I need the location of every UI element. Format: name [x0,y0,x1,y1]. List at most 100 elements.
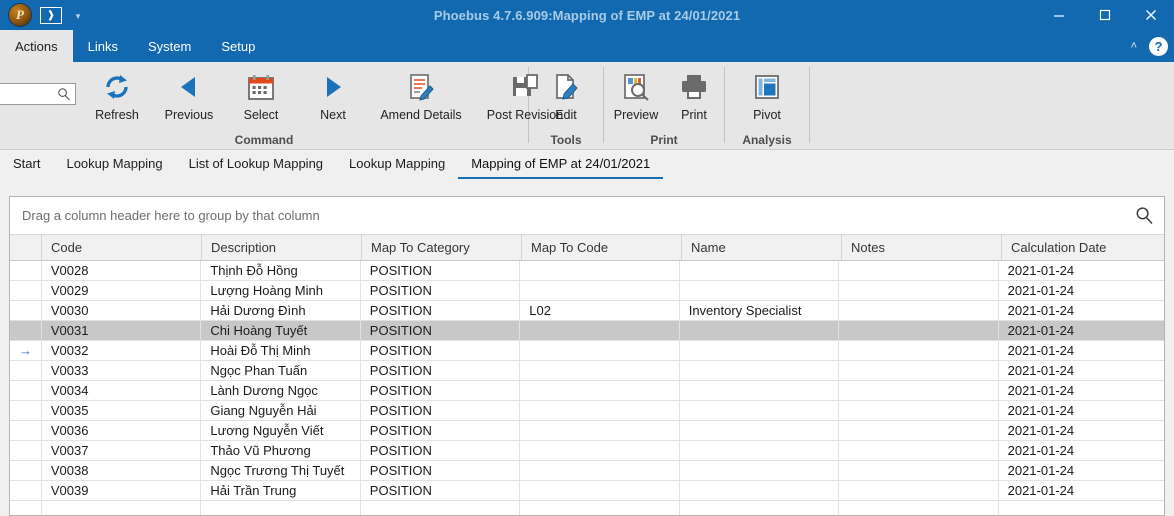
cell-notes[interactable] [839,461,999,480]
quick-access-run-button[interactable]: ❱ [40,6,62,24]
cell-calculation-date[interactable]: 2021-01-24 [999,281,1164,300]
grid-header-code[interactable]: Code [42,235,202,260]
cell-map-to-code[interactable] [520,441,680,460]
cell-notes[interactable] [839,301,999,320]
cell-map-to-category[interactable]: POSITION [361,481,521,500]
grid-header-notes[interactable]: Notes [842,235,1002,260]
grid-header-map-to-category[interactable]: Map To Category [362,235,522,260]
cell-notes[interactable] [839,401,999,420]
table-row[interactable]: V0035 Giang Nguyễn Hải POSITION 2021-01-24 [10,401,1164,421]
cell-map-to-code[interactable] [520,361,680,380]
cell-name[interactable] [680,401,840,420]
preview-button[interactable]: Preview [606,65,666,122]
grid-header-description[interactable]: Description [202,235,362,260]
table-row[interactable]: V0036 Lương Nguyễn Viết POSITION 2021-01-24 [10,421,1164,441]
cell-notes[interactable] [839,361,999,380]
cell-calculation-date[interactable]: 2021-01-24 [999,321,1164,340]
cell-map-to-category[interactable]: POSITION [361,321,521,340]
grid-header-map-to-code[interactable]: Map To Code [522,235,682,260]
group-by-drop-area[interactable]: Drag a column header here to group by th… [10,197,1164,235]
cell-name[interactable] [680,321,840,340]
cell-name[interactable] [680,341,840,360]
cell-name[interactable] [680,421,840,440]
cell-calculation-date[interactable]: 2021-01-24 [999,301,1164,320]
cell-notes[interactable] [839,281,999,300]
cell-map-to-code[interactable] [520,421,680,440]
cell-map-to-category[interactable]: POSITION [361,381,521,400]
cell-map-to-code[interactable] [520,481,680,500]
cell-map-to-category[interactable]: POSITION [361,401,521,420]
cell-map-to-code[interactable] [520,501,680,515]
cell-calculation-date[interactable]: 2021-01-24 [999,481,1164,500]
cell-notes[interactable] [839,381,999,400]
search-box[interactable] [0,83,76,105]
help-icon[interactable]: ? [1149,36,1168,56]
app-logo-icon[interactable]: P [9,4,31,26]
cell-description[interactable]: Hoài Đỗ Thị Minh [201,341,361,360]
cell-name[interactable] [680,481,840,500]
table-row[interactable]: V0037 Thảo Vũ Phương POSITION 2021-01-24 [10,441,1164,461]
close-button[interactable] [1128,0,1174,30]
tab-system[interactable]: System [133,30,206,62]
cell-notes[interactable] [839,341,999,360]
table-row[interactable]: V0029 Lượng Hoàng Minh POSITION 2021-01-24 [10,281,1164,301]
cell-map-to-code[interactable] [520,461,680,480]
next-button[interactable]: Next [297,65,369,122]
pivot-button[interactable]: Pivot [731,65,803,122]
cell-calculation-date[interactable]: 2021-01-24 [999,341,1164,360]
cell-map-to-code[interactable] [520,281,680,300]
cell-code[interactable]: V0032 [42,341,202,360]
search-input[interactable] [0,84,55,104]
maximize-button[interactable] [1082,0,1128,30]
cell-calculation-date[interactable]: 2021-01-24 [999,261,1164,280]
cell-calculation-date[interactable]: 2021-01-24 [999,421,1164,440]
doctab-list-of-lookup-mapping[interactable]: List of Lookup Mapping [176,150,336,179]
tab-actions[interactable]: Actions [0,30,73,62]
table-row[interactable]: V0033 Ngọc Phan Tuấn POSITION 2021-01-24 [10,361,1164,381]
cell-name[interactable] [680,361,840,380]
cell-map-to-category[interactable]: POSITION [361,441,521,460]
cell-code[interactable]: V0037 [42,441,202,460]
cell-description[interactable]: Hải Trần Trung [201,481,361,500]
cell-notes[interactable] [839,481,999,500]
cell-map-to-code[interactable] [520,261,680,280]
chevron-down-icon[interactable]: ▾ [71,8,85,22]
cell-notes[interactable] [839,421,999,440]
cell-code[interactable]: V0030 [42,301,202,320]
cell-notes[interactable] [839,321,999,340]
tab-links[interactable]: Links [73,30,133,62]
search-icon[interactable] [1135,206,1154,225]
cell-map-to-category[interactable]: POSITION [361,261,521,280]
cell-code[interactable]: V0033 [42,361,202,380]
cell-code[interactable]: V0031 [42,321,202,340]
cell-code[interactable] [42,501,202,515]
cell-map-to-code[interactable]: L02 [520,301,680,320]
cell-code[interactable]: V0038 [42,461,202,480]
cell-name[interactable] [680,501,840,515]
cell-map-to-code[interactable] [520,381,680,400]
cell-description[interactable]: Ngọc Trương Thị Tuyết [201,461,361,480]
cell-map-to-category[interactable]: POSITION [361,341,521,360]
doctab-mapping-of-emp[interactable]: Mapping of EMP at 24/01/2021 [458,150,664,179]
cell-code[interactable]: V0028 [42,261,202,280]
cell-calculation-date[interactable] [999,501,1164,515]
table-row[interactable] [10,501,1164,515]
grid-header-name[interactable]: Name [682,235,842,260]
cell-description[interactable]: Lượng Hoàng Minh [201,281,361,300]
cell-map-to-category[interactable]: POSITION [361,421,521,440]
cell-calculation-date[interactable]: 2021-01-24 [999,381,1164,400]
cell-code[interactable]: V0035 [42,401,202,420]
cell-name[interactable] [680,281,840,300]
cell-description[interactable]: Giang Nguyễn Hải [201,401,361,420]
cell-description[interactable]: Hải Dương Đình [201,301,361,320]
doctab-lookup-mapping-1[interactable]: Lookup Mapping [53,150,175,179]
edit-button[interactable]: Edit [530,65,602,122]
cell-map-to-code[interactable] [520,321,680,340]
cell-description[interactable]: Thảo Vũ Phương [201,441,361,460]
table-row[interactable]: V0038 Ngọc Trương Thị Tuyết POSITION 2021-0… [10,461,1164,481]
cell-map-to-category[interactable]: POSITION [361,281,521,300]
cell-notes[interactable] [839,441,999,460]
table-row[interactable]: V0028 Thịnh Đỗ Hồng POSITION 2021-01-24 [10,261,1164,281]
cell-map-to-code[interactable] [520,341,680,360]
cell-calculation-date[interactable]: 2021-01-24 [999,401,1164,420]
